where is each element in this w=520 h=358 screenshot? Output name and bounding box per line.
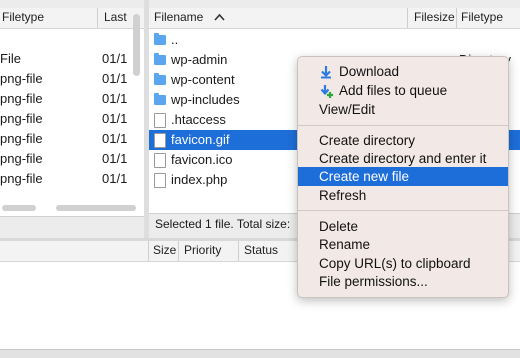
menu-item-create-directory-enter[interactable]: Create directory and enter it: [298, 149, 508, 168]
local-vertical-scrollbar[interactable]: [133, 14, 140, 76]
folder-icon: [154, 93, 166, 105]
column-header-last-modified[interactable]: Last: [104, 10, 127, 24]
menu-item-rename[interactable]: Rename: [298, 235, 508, 254]
date-cell: 01/1: [102, 171, 128, 186]
menu-item-view-edit[interactable]: View/Edit: [298, 100, 508, 119]
filetype-cell: png-file: [0, 91, 43, 106]
folder-icon: [154, 73, 166, 85]
filename-cell: favicon.gif: [171, 132, 230, 147]
list-item[interactable]: png-file 01/1: [0, 109, 144, 129]
date-cell: 01/1: [102, 111, 128, 126]
date-cell: 01/1: [102, 71, 128, 86]
date-cell: 01/1: [102, 151, 128, 166]
file-icon: [154, 173, 166, 188]
list-item[interactable]: ..: [149, 30, 520, 50]
column-header-size[interactable]: Size: [153, 243, 176, 257]
menu-item-copy-url[interactable]: Copy URL(s) to clipboard: [298, 254, 508, 273]
filetype-cell: png-file: [0, 171, 43, 186]
date-cell: 01/1: [102, 131, 128, 146]
menu-item-create-directory[interactable]: Create directory: [298, 131, 508, 150]
menu-item-create-new-file[interactable]: Create new file: [298, 167, 508, 186]
date-cell: 01/1: [102, 51, 128, 66]
file-icon: [154, 113, 166, 128]
column-header-priority[interactable]: Priority: [184, 243, 221, 257]
column-header-filesize[interactable]: Filesize: [414, 10, 455, 24]
filename-cell: wp-includes: [171, 92, 240, 107]
filetype-cell: png-file: [0, 111, 43, 126]
list-item[interactable]: png-file 01/1: [0, 169, 144, 189]
menu-item-refresh[interactable]: Refresh: [298, 186, 508, 205]
list-item[interactable]: png-file 01/1: [0, 89, 144, 109]
column-header-filename[interactable]: Filename: [154, 10, 225, 24]
local-horizontal-scrollbar-thumb[interactable]: [56, 205, 136, 211]
local-file-list: Filetype Last File 01/1 png-file 01/1 pn…: [0, 8, 144, 216]
column-header-filetype[interactable]: Filetype: [461, 10, 503, 24]
local-rows: File 01/1 png-file 01/1 png-file 01/1 pn…: [0, 49, 144, 216]
menu-separator: [298, 210, 508, 211]
list-item[interactable]: png-file 01/1: [0, 149, 144, 169]
folder-icon: [154, 33, 166, 45]
context-menu: Download Add files to queue View/Edit Cr…: [297, 56, 509, 298]
filename-cell: wp-admin: [171, 52, 228, 67]
menu-item-download[interactable]: Download: [298, 62, 508, 81]
sort-ascending-icon: [214, 10, 225, 24]
selection-status-text: Selected 1 file. Total size:: [155, 217, 291, 231]
filename-cell: ..: [171, 32, 179, 47]
filetype-cell: png-file: [0, 71, 43, 86]
filetype-cell: png-file: [0, 131, 43, 146]
filename-cell: .htaccess: [171, 112, 226, 127]
local-horizontal-scrollbar[interactable]: [2, 205, 36, 211]
file-icon: [154, 153, 166, 168]
filetype-cell: File: [0, 51, 21, 66]
menu-separator: [298, 125, 508, 126]
list-item[interactable]: File 01/1: [0, 49, 144, 69]
filename-cell: index.php: [171, 172, 228, 187]
filename-header-label: Filename: [154, 10, 204, 24]
menu-item-add-to-queue[interactable]: Add files to queue: [298, 81, 508, 100]
column-header-status[interactable]: Status: [244, 243, 278, 257]
menu-item-label: Download: [339, 64, 400, 79]
local-status-bar: [0, 216, 144, 239]
list-item[interactable]: png-file 01/1: [0, 129, 144, 149]
list-item[interactable]: png-file 01/1: [0, 69, 144, 89]
file-icon: [154, 133, 166, 148]
menu-item-file-permissions[interactable]: File permissions...: [298, 272, 508, 291]
folder-icon: [154, 53, 166, 65]
menu-item-label: Add files to queue: [339, 83, 448, 98]
filetype-cell: png-file: [0, 151, 43, 166]
menu-item-delete[interactable]: Delete: [298, 217, 508, 236]
filename-cell: favicon.ico: [171, 152, 233, 167]
column-header-filetype[interactable]: Filetype: [2, 10, 44, 24]
filename-cell: wp-content: [171, 72, 235, 87]
date-cell: 01/1: [102, 91, 128, 106]
